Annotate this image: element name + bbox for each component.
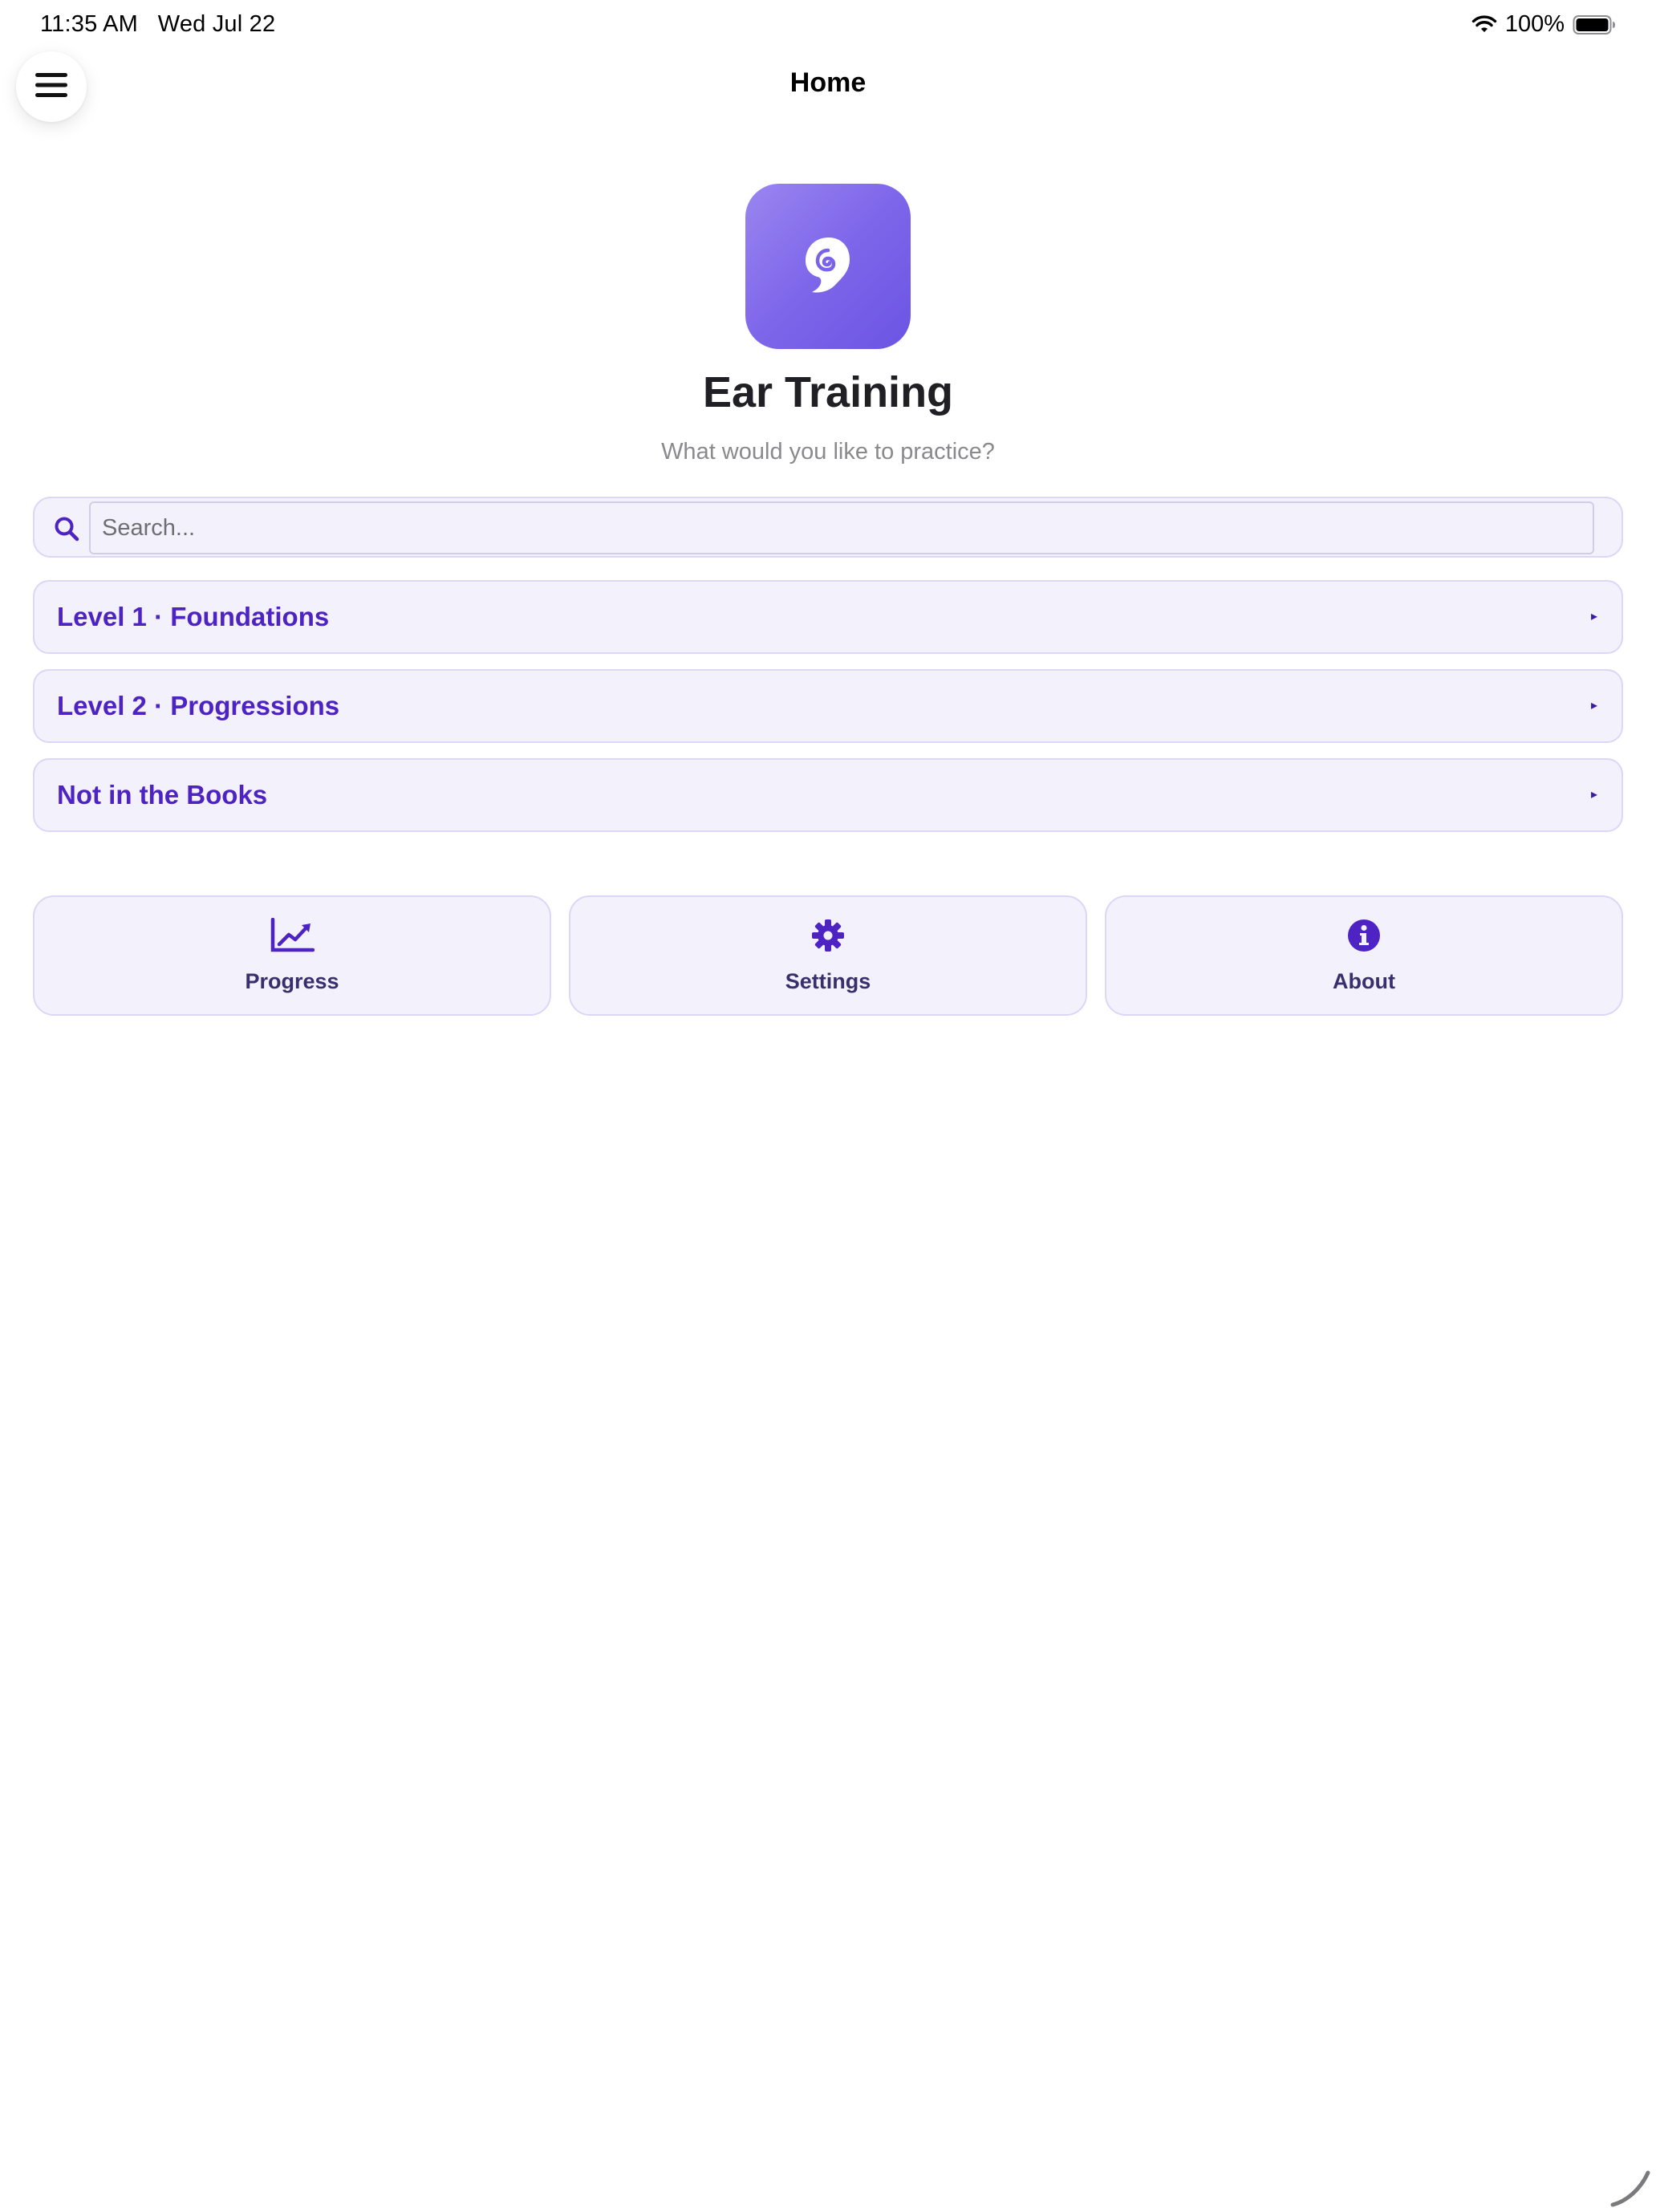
search-input[interactable]	[89, 501, 1594, 554]
status-bar: 11:35 AM Wed Jul 22 100%	[0, 0, 1656, 51]
progress-button[interactable]: Progress	[33, 895, 551, 1016]
page-title: Home	[789, 67, 867, 98]
chart-line-icon	[270, 917, 315, 957]
section-level-1[interactable]: Level 1 · Foundations ▸	[33, 580, 1623, 654]
gear-icon	[810, 918, 846, 957]
section-label: Level 1 · Foundations	[57, 602, 330, 631]
settings-button[interactable]: Settings	[569, 895, 1087, 1016]
battery-percent: 100%	[1504, 11, 1565, 37]
expand-arrow-icon: ▸	[1590, 699, 1597, 712]
info-icon	[1346, 918, 1382, 957]
tile-label: Settings	[785, 969, 871, 993]
expand-arrow-icon: ▸	[1590, 788, 1597, 802]
section-label: Level 2 · Progressions	[57, 691, 340, 720]
app-title: Ear Training	[702, 368, 954, 416]
status-indicators: 100%	[1471, 11, 1616, 38]
status-clock: 11:35 AM	[40, 11, 138, 37]
ear-icon	[800, 234, 856, 299]
wifi-icon	[1471, 14, 1497, 34]
app-subtitle: What would you like to practice?	[661, 439, 995, 465]
search-bar	[33, 497, 1623, 558]
expand-arrow-icon: ▸	[1590, 610, 1597, 623]
status-time: 11:35 AM Wed Jul 22	[40, 11, 275, 38]
battery-icon	[1573, 14, 1616, 35]
corner-scribble	[1609, 2169, 1651, 2208]
status-date: Wed Jul 22	[157, 11, 276, 37]
tile-label: Progress	[245, 969, 339, 993]
tile-label: About	[1333, 969, 1395, 993]
section-level-2[interactable]: Level 2 · Progressions ▸	[33, 669, 1623, 743]
section-not-in-books[interactable]: Not in the Books ▸	[33, 758, 1623, 832]
search-icon	[54, 516, 79, 542]
section-label: Not in the Books	[57, 780, 268, 810]
app-logo	[745, 184, 911, 349]
about-button[interactable]: About	[1105, 895, 1623, 1016]
